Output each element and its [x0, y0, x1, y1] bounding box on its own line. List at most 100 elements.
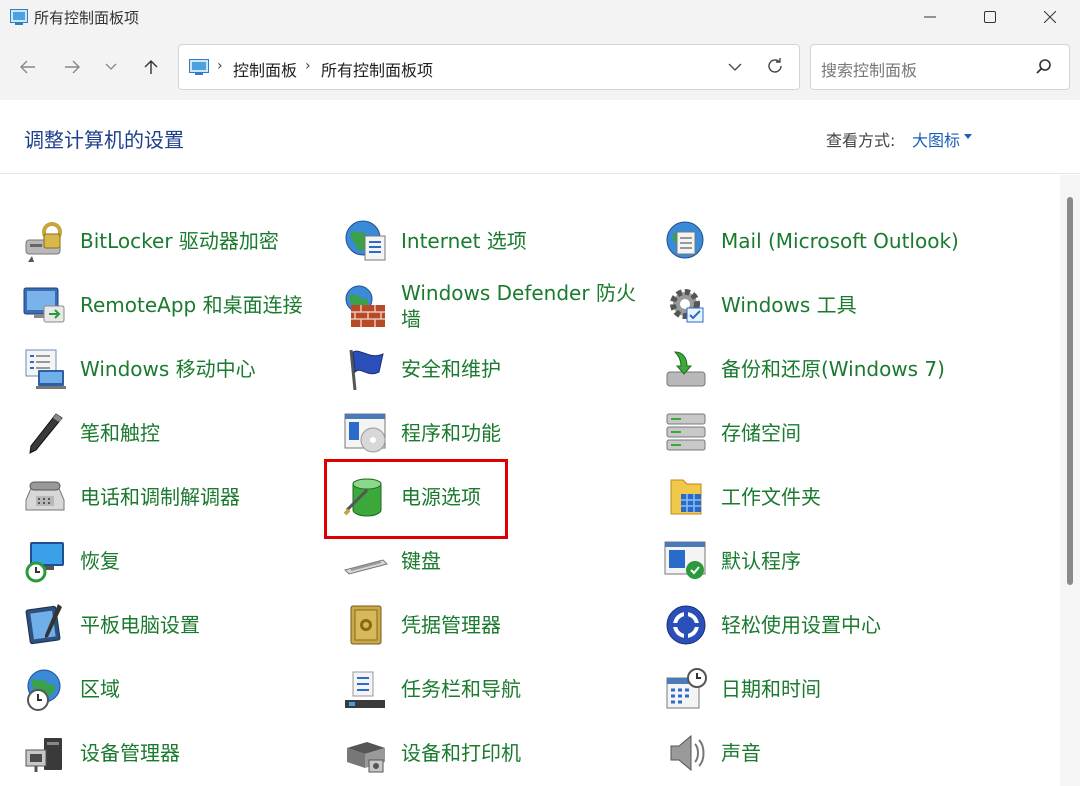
chevron-down-icon	[105, 63, 117, 70]
item-taskbar-navigation[interactable]: 任务栏和导航	[343, 661, 643, 717]
programs-icon	[343, 410, 389, 456]
speaker-icon	[663, 730, 709, 776]
search-icon[interactable]	[1035, 58, 1053, 76]
item-label: Windows 工具	[721, 293, 857, 317]
breadcrumb-all-items[interactable]: 所有控制面板项	[321, 57, 433, 81]
item-label: 任务栏和导航	[401, 677, 521, 701]
scrollbar-thumb[interactable]	[1067, 197, 1073, 585]
default-programs-icon	[663, 538, 709, 584]
window-title: 所有控制面板项	[34, 9, 140, 27]
backup-icon	[663, 346, 709, 392]
item-label: 声音	[721, 741, 761, 765]
item-label: 设备和打印机	[401, 741, 521, 765]
mobility-center-icon	[22, 346, 68, 392]
breadcrumb-separator: ›	[217, 58, 223, 74]
control-panel-app-icon	[10, 9, 28, 25]
item-label: 平板电脑设置	[80, 613, 200, 637]
back-arrow-icon	[20, 60, 35, 74]
item-bitlocker[interactable]: BitLocker 驱动器加密	[22, 213, 322, 269]
item-label: 电话和调制解调器	[80, 485, 240, 509]
item-pen-touch[interactable]: 笔和触控	[22, 405, 322, 461]
item-region[interactable]: 区域	[22, 661, 322, 717]
item-remoteapp[interactable]: RemoteApp 和桌面连接	[22, 277, 322, 333]
forward-arrow-icon	[65, 60, 80, 74]
folder-icon	[663, 474, 709, 520]
highlight-box	[324, 459, 508, 539]
item-keyboard[interactable]: 键盘	[343, 533, 643, 589]
item-label: 键盘	[401, 549, 441, 573]
item-credential-manager[interactable]: 凭据管理器	[343, 597, 643, 653]
item-label: Windows Defender 防火墙	[401, 281, 636, 331]
item-label: Mail (Microsoft Outlook)	[721, 229, 959, 253]
page-title: 调整计算机的设置	[24, 128, 184, 152]
item-date-time[interactable]: 日期和时间	[663, 661, 963, 717]
caret-down-icon[interactable]	[964, 134, 972, 139]
firewall-icon	[343, 283, 389, 329]
minimize-button[interactable]	[905, 0, 955, 34]
item-label: 默认程序	[721, 549, 801, 573]
item-label: 轻松使用设置中心	[721, 613, 881, 637]
item-recovery[interactable]: 恢复	[22, 533, 322, 589]
search-placeholder[interactable]: 搜索控制面板	[821, 57, 917, 81]
item-label: 凭据管理器	[401, 613, 501, 637]
tablet-icon	[22, 602, 68, 648]
item-ease-of-access[interactable]: 轻松使用设置中心	[663, 597, 963, 653]
search-box[interactable]: 搜索控制面板	[810, 44, 1070, 90]
phone-modem-icon	[22, 474, 68, 520]
item-work-folders[interactable]: 工作文件夹	[663, 469, 963, 525]
item-label: 程序和功能	[401, 421, 501, 445]
item-mail[interactable]: Mail (Microsoft Outlook)	[663, 213, 963, 269]
item-label: 设备管理器	[80, 741, 180, 765]
calendar-clock-icon	[663, 666, 709, 712]
item-label: BitLocker 驱动器加密	[80, 229, 279, 253]
safe-icon	[343, 602, 389, 648]
item-device-manager[interactable]: 设备管理器	[22, 725, 322, 781]
navigation-bar: › 控制面板 › 所有控制面板项 搜索控制面板	[0, 34, 1080, 100]
remoteapp-icon	[22, 282, 68, 328]
item-label: 安全和维护	[401, 357, 501, 381]
close-button[interactable]	[1025, 0, 1075, 34]
item-mobility-center[interactable]: Windows 移动中心	[22, 341, 322, 397]
maximize-icon	[984, 11, 996, 23]
item-label: 日期和时间	[721, 677, 821, 701]
recent-locations-button[interactable]	[96, 52, 126, 82]
item-phone-modem[interactable]: 电话和调制解调器	[22, 469, 322, 525]
storage-icon	[663, 410, 709, 456]
up-arrow-icon	[144, 60, 158, 74]
item-firewall[interactable]: Windows Defender 防火墙	[343, 277, 643, 335]
item-windows-tools[interactable]: Windows 工具	[663, 277, 963, 333]
vertical-scrollbar[interactable]	[1060, 175, 1080, 786]
refresh-icon[interactable]	[765, 56, 785, 76]
item-label: 区域	[80, 677, 120, 701]
item-label: 工作文件夹	[721, 485, 821, 509]
item-label: Internet 选项	[401, 229, 527, 253]
control-panel-icon	[189, 59, 209, 75]
item-backup-restore[interactable]: 备份和还原(Windows 7)	[663, 341, 963, 397]
mail-icon	[663, 218, 709, 264]
breadcrumb-control-panel[interactable]: 控制面板	[233, 57, 297, 81]
back-button[interactable]	[13, 52, 43, 82]
item-label: 备份和还原(Windows 7)	[721, 357, 945, 381]
bitlocker-icon	[22, 218, 68, 264]
item-security-maintenance[interactable]: 安全和维护	[343, 341, 643, 397]
printer-icon	[343, 730, 389, 776]
item-programs-features[interactable]: 程序和功能	[343, 405, 643, 461]
view-by-dropdown[interactable]: 大图标	[912, 127, 960, 151]
gear-icon	[663, 282, 709, 328]
forward-button[interactable]	[57, 52, 87, 82]
item-sound[interactable]: 声音	[663, 725, 963, 781]
address-dropdown-icon[interactable]	[727, 59, 743, 75]
item-tablet-settings[interactable]: 平板电脑设置	[22, 597, 322, 653]
item-storage-spaces[interactable]: 存储空间	[663, 405, 963, 461]
item-label: Windows 移动中心	[80, 357, 256, 381]
maximize-button[interactable]	[965, 0, 1015, 34]
item-label: 笔和触控	[80, 421, 160, 445]
keyboard-icon	[343, 538, 389, 584]
flag-icon	[343, 346, 389, 392]
address-bar[interactable]: › 控制面板 › 所有控制面板项	[178, 44, 800, 90]
up-button[interactable]	[136, 52, 166, 82]
item-internet-options[interactable]: Internet 选项	[343, 213, 643, 269]
item-devices-printers[interactable]: 设备和打印机	[343, 725, 643, 781]
breadcrumb-separator: ›	[305, 58, 311, 74]
item-default-programs[interactable]: 默认程序	[663, 533, 963, 589]
